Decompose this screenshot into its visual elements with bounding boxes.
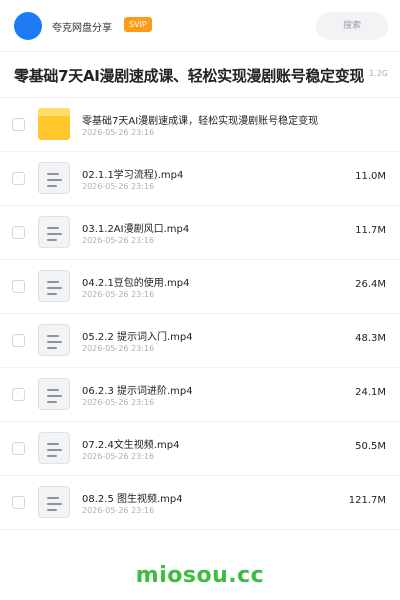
file-name: 06.2.3 提示词进阶.mp4 xyxy=(82,386,193,397)
file-size: 11.7M xyxy=(355,225,386,236)
select-checkbox[interactable] xyxy=(12,442,25,455)
top-header: 夸克网盘分享 SVIP 搜索 xyxy=(0,0,400,52)
list-item-folder[interactable]: 零基础7天AI漫剧速成课，轻松实现漫剧账号稳定变现 2026-05-26 23:… xyxy=(0,98,400,152)
file-size: 50.5M xyxy=(355,441,386,452)
page-title: 零基础7天AI漫剧速成课、轻松实现漫剧账号稳定变现 xyxy=(14,67,365,85)
avatar[interactable] xyxy=(14,12,42,40)
file-date: 2026-05-26 23:16 xyxy=(82,452,155,461)
list-item[interactable]: 04.2.1豆包的使用.mp4 2026-05-26 23:16 26.4M xyxy=(0,260,400,314)
select-checkbox[interactable] xyxy=(12,280,25,293)
select-checkbox[interactable] xyxy=(12,172,25,185)
select-checkbox[interactable] xyxy=(12,118,25,131)
select-checkbox[interactable] xyxy=(12,226,25,239)
video-file-icon xyxy=(38,270,70,302)
file-name: 02.1.1学习流程).mp4 xyxy=(82,170,184,181)
list-item[interactable]: 02.1.1学习流程).mp4 2026-05-26 23:16 11.0M xyxy=(0,152,400,206)
app-name: 夸克网盘分享 xyxy=(52,23,112,34)
file-name: 04.2.1豆包的使用.mp4 xyxy=(82,278,190,289)
file-size: 48.3M xyxy=(355,333,386,344)
file-date: 2026-05-26 23:16 xyxy=(82,182,155,191)
file-name: 03.1.2AI漫剧风口.mp4 xyxy=(82,224,190,235)
file-name: 08.2.5 图生视频.mp4 xyxy=(82,494,183,505)
file-date: 2026-05-26 23:16 xyxy=(82,128,155,137)
file-size: 24.1M xyxy=(355,387,386,398)
list-item[interactable]: 06.2.3 提示词进阶.mp4 2026-05-26 23:16 24.1M xyxy=(0,368,400,422)
total-size: 1.2G xyxy=(367,69,388,78)
list-item[interactable]: 05.2.2 提示词入门.mp4 2026-05-26 23:16 48.3M xyxy=(0,314,400,368)
video-file-icon xyxy=(38,162,70,194)
folder-icon xyxy=(38,108,70,140)
file-size: 121.7M xyxy=(348,495,386,506)
share-title-bar: 零基础7天AI漫剧速成课、轻松实现漫剧账号稳定变现 1.2G xyxy=(0,52,400,98)
file-date: 2026-05-26 23:16 xyxy=(82,290,155,299)
select-checkbox[interactable] xyxy=(12,334,25,347)
file-date: 2026-05-26 23:16 xyxy=(82,344,155,353)
video-file-icon xyxy=(38,216,70,248)
watermark-text: miosou.cc xyxy=(135,563,265,588)
video-file-icon xyxy=(38,378,70,410)
list-item[interactable]: 08.2.5 图生视频.mp4 2026-05-26 23:16 121.7M xyxy=(0,476,400,530)
file-size: 11.0M xyxy=(355,171,386,182)
video-file-icon xyxy=(38,324,70,356)
file-name: 07.2.4文生视频.mp4 xyxy=(82,440,180,451)
file-date: 2026-05-26 23:16 xyxy=(82,236,155,245)
file-list: 零基础7天AI漫剧速成课，轻松实现漫剧账号稳定变现 2026-05-26 23:… xyxy=(0,98,400,530)
select-checkbox[interactable] xyxy=(12,388,25,401)
list-item[interactable]: 07.2.4文生视频.mp4 2026-05-26 23:16 50.5M xyxy=(0,422,400,476)
svip-badge: SVIP xyxy=(124,17,152,32)
file-size: 26.4M xyxy=(355,279,386,290)
file-name: 05.2.2 提示词入门.mp4 xyxy=(82,332,193,343)
file-date: 2026-05-26 23:16 xyxy=(82,398,155,407)
list-item[interactable]: 03.1.2AI漫剧风口.mp4 2026-05-26 23:16 11.7M xyxy=(0,206,400,260)
search-button[interactable]: 搜索 xyxy=(316,12,388,40)
select-checkbox[interactable] xyxy=(12,496,25,509)
file-name: 零基础7天AI漫剧速成课，轻松实现漫剧账号稳定变现 xyxy=(82,116,319,127)
video-file-icon xyxy=(38,486,70,518)
video-file-icon xyxy=(38,432,70,464)
file-date: 2026-05-26 23:16 xyxy=(82,506,155,515)
